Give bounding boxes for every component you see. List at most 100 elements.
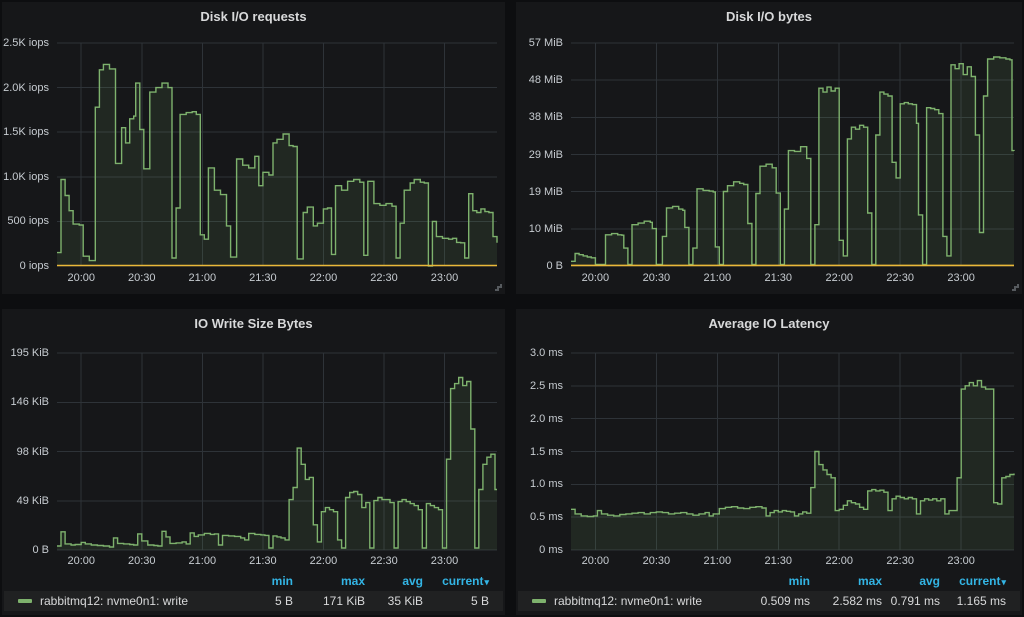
y-axis-tick-label: 0 B [0,544,49,556]
chart-canvas[interactable] [57,43,497,266]
disk-io-bytes-chart[interactable] [571,43,1014,266]
y-axis-tick-label: 3.0 ms [503,347,563,359]
sort-caret-icon: ▾ [484,577,489,587]
legend-header-current[interactable]: current▾ [940,574,1006,588]
panel-resize-handle[interactable] [494,283,502,291]
x-axis-tick-label: 20:30 [643,555,671,567]
chart-canvas[interactable] [571,353,1014,550]
y-axis-tick-label: 1.0 ms [503,478,563,490]
panel-disk-io-requests: Disk I/O requests 0 iops500 iops1.0K iop… [2,2,505,294]
panel-title[interactable]: IO Write Size Bytes [2,313,505,335]
y-axis-tick-label: 1.0K iops [0,171,49,183]
x-axis-tick-label: 21:30 [765,272,793,284]
y-axis-tick-label: 48 MiB [503,74,563,86]
x-axis-tick-label: 22:00 [310,272,338,284]
y-axis: 0 ms0.5 ms1.0 ms1.5 ms2.0 ms2.5 ms3.0 ms [516,353,566,550]
x-axis-tick-label: 20:30 [128,555,156,567]
x-axis-tick-label: 20:00 [67,272,95,284]
x-axis-tick-label: 22:00 [310,555,338,567]
y-axis-tick-label: 0.5 ms [503,511,563,523]
x-axis-tick-label: 21:00 [704,555,732,567]
legend-table: min max avg current▾ rabbitmq12: nvme0n1… [4,572,503,611]
x-axis-tick-label: 21:00 [189,555,217,567]
x-axis-tick-label: 21:00 [704,272,732,284]
legend-table: min max avg current▾ rabbitmq12: nvme0n1… [518,572,1020,611]
legend-header-max[interactable]: max [810,574,882,588]
legend-header-avg[interactable]: avg [882,574,940,588]
x-axis-tick-label: 21:30 [765,555,793,567]
legend-header-max[interactable]: max [293,574,365,588]
legend-value-avg: 0.791 ms [882,594,940,608]
panel-disk-io-bytes: Disk I/O bytes 0 B10 MiB19 MiB29 MiB38 M… [516,2,1022,294]
legend-value-current: 1.165 ms [940,594,1006,608]
legend-row: rabbitmq12: nvme0n1: write 0.509 ms 2.58… [518,591,1020,611]
y-axis-tick-label: 10 MiB [503,223,563,235]
chart-canvas[interactable] [57,353,497,550]
legend-value-max: 171 KiB [293,594,365,608]
panel-io-write-size-bytes: IO Write Size Bytes 0 B 49 KiB 98 KiB 146 K… [2,309,505,615]
y-axis-tick-label: 146 KiB [0,396,49,408]
legend-value-avg: 35 KiB [365,594,423,608]
x-axis-tick-label: 21:00 [189,272,217,284]
legend-value-min: 5 B [231,594,293,608]
y-axis-tick-label: 29 MiB [503,149,563,161]
legend-header-min[interactable]: min [748,574,810,588]
legend-value-max: 2.582 ms [810,594,882,608]
io-write-size-chart[interactable] [57,353,497,550]
legend-header-min[interactable]: min [231,574,293,588]
x-axis-tick-label: 22:30 [886,272,914,284]
series-fill [571,381,1014,550]
legend-header-avg[interactable]: avg [365,574,423,588]
x-axis-tick-label: 22:30 [370,272,398,284]
y-axis-tick-label: 49 KiB [0,495,49,507]
y-axis-tick-label: 57 MiB [503,37,563,49]
sort-caret-icon: ▾ [1001,577,1006,587]
x-axis-tick-label: 20:00 [67,555,95,567]
series-fill [57,64,497,266]
average-io-latency-chart[interactable] [571,353,1014,550]
y-axis-tick-label: 98 KiB [0,446,49,458]
series-name[interactable]: rabbitmq12: nvme0n1: write [40,594,231,608]
series-line-write-latency [571,381,1014,517]
y-axis-tick-label: 0 ms [503,544,563,556]
x-axis-tick-label: 20:00 [582,555,610,567]
x-axis-tick-label: 20:00 [582,272,610,284]
y-axis: 0 iops500 iops1.0K iops1.5K iops2.0K iop… [2,43,52,266]
panel-resize-handle[interactable] [1011,283,1019,291]
y-axis-tick-label: 2.0K iops [0,82,49,94]
y-axis-tick-label: 2.5 ms [503,380,563,392]
legend-value-current: 5 B [423,594,489,608]
panel-average-io-latency: Average IO Latency 0 ms0.5 ms1.0 ms1.5 m… [516,309,1022,615]
series-swatch[interactable] [532,599,546,603]
y-axis-tick-label: 2.5K iops [0,37,49,49]
y-axis-tick-label: 1.5 ms [503,446,563,458]
x-axis: 20:0020:3021:0021:3022:0022:3023:00 [57,555,497,569]
legend-header-row: min max avg current▾ [518,572,1020,589]
x-axis-tick-label: 22:00 [825,555,853,567]
legend-row: rabbitmq12: nvme0n1: write 5 B 171 KiB 3… [4,591,503,611]
x-axis-tick-label: 20:30 [643,272,671,284]
x-axis: 20:0020:3021:0021:3022:0022:3023:00 [571,555,1014,569]
y-axis-tick-label: 2.0 ms [503,413,563,425]
x-axis-tick-label: 20:30 [128,272,156,284]
legend-header-current[interactable]: current▾ [423,574,489,588]
y-axis: 0 B10 MiB19 MiB29 MiB38 MiB48 MiB57 MiB [516,43,566,266]
series-swatch[interactable] [18,599,32,603]
y-axis-tick-label: 500 iops [0,215,49,227]
x-axis-tick-label: 23:00 [431,272,459,284]
x-axis-tick-label: 23:00 [431,555,459,567]
x-axis: 20:0020:3021:0021:3022:0022:3023:00 [571,272,1014,286]
disk-io-requests-chart[interactable] [57,43,497,266]
panel-title[interactable]: Disk I/O requests [2,6,505,28]
legend-value-min: 0.509 ms [748,594,810,608]
chart-canvas[interactable] [571,43,1014,266]
y-axis-tick-label: 38 MiB [503,111,563,123]
series-name[interactable]: rabbitmq12: nvme0n1: write [554,594,748,608]
x-axis-tick-label: 22:00 [825,272,853,284]
x-axis-tick-label: 21:30 [249,555,277,567]
y-axis-tick-label: 0 B [503,260,563,272]
series-fill [571,57,1014,266]
panel-title[interactable]: Average IO Latency [516,313,1022,335]
y-axis-tick-label: 195 KiB [0,347,49,359]
panel-title[interactable]: Disk I/O bytes [516,6,1022,28]
